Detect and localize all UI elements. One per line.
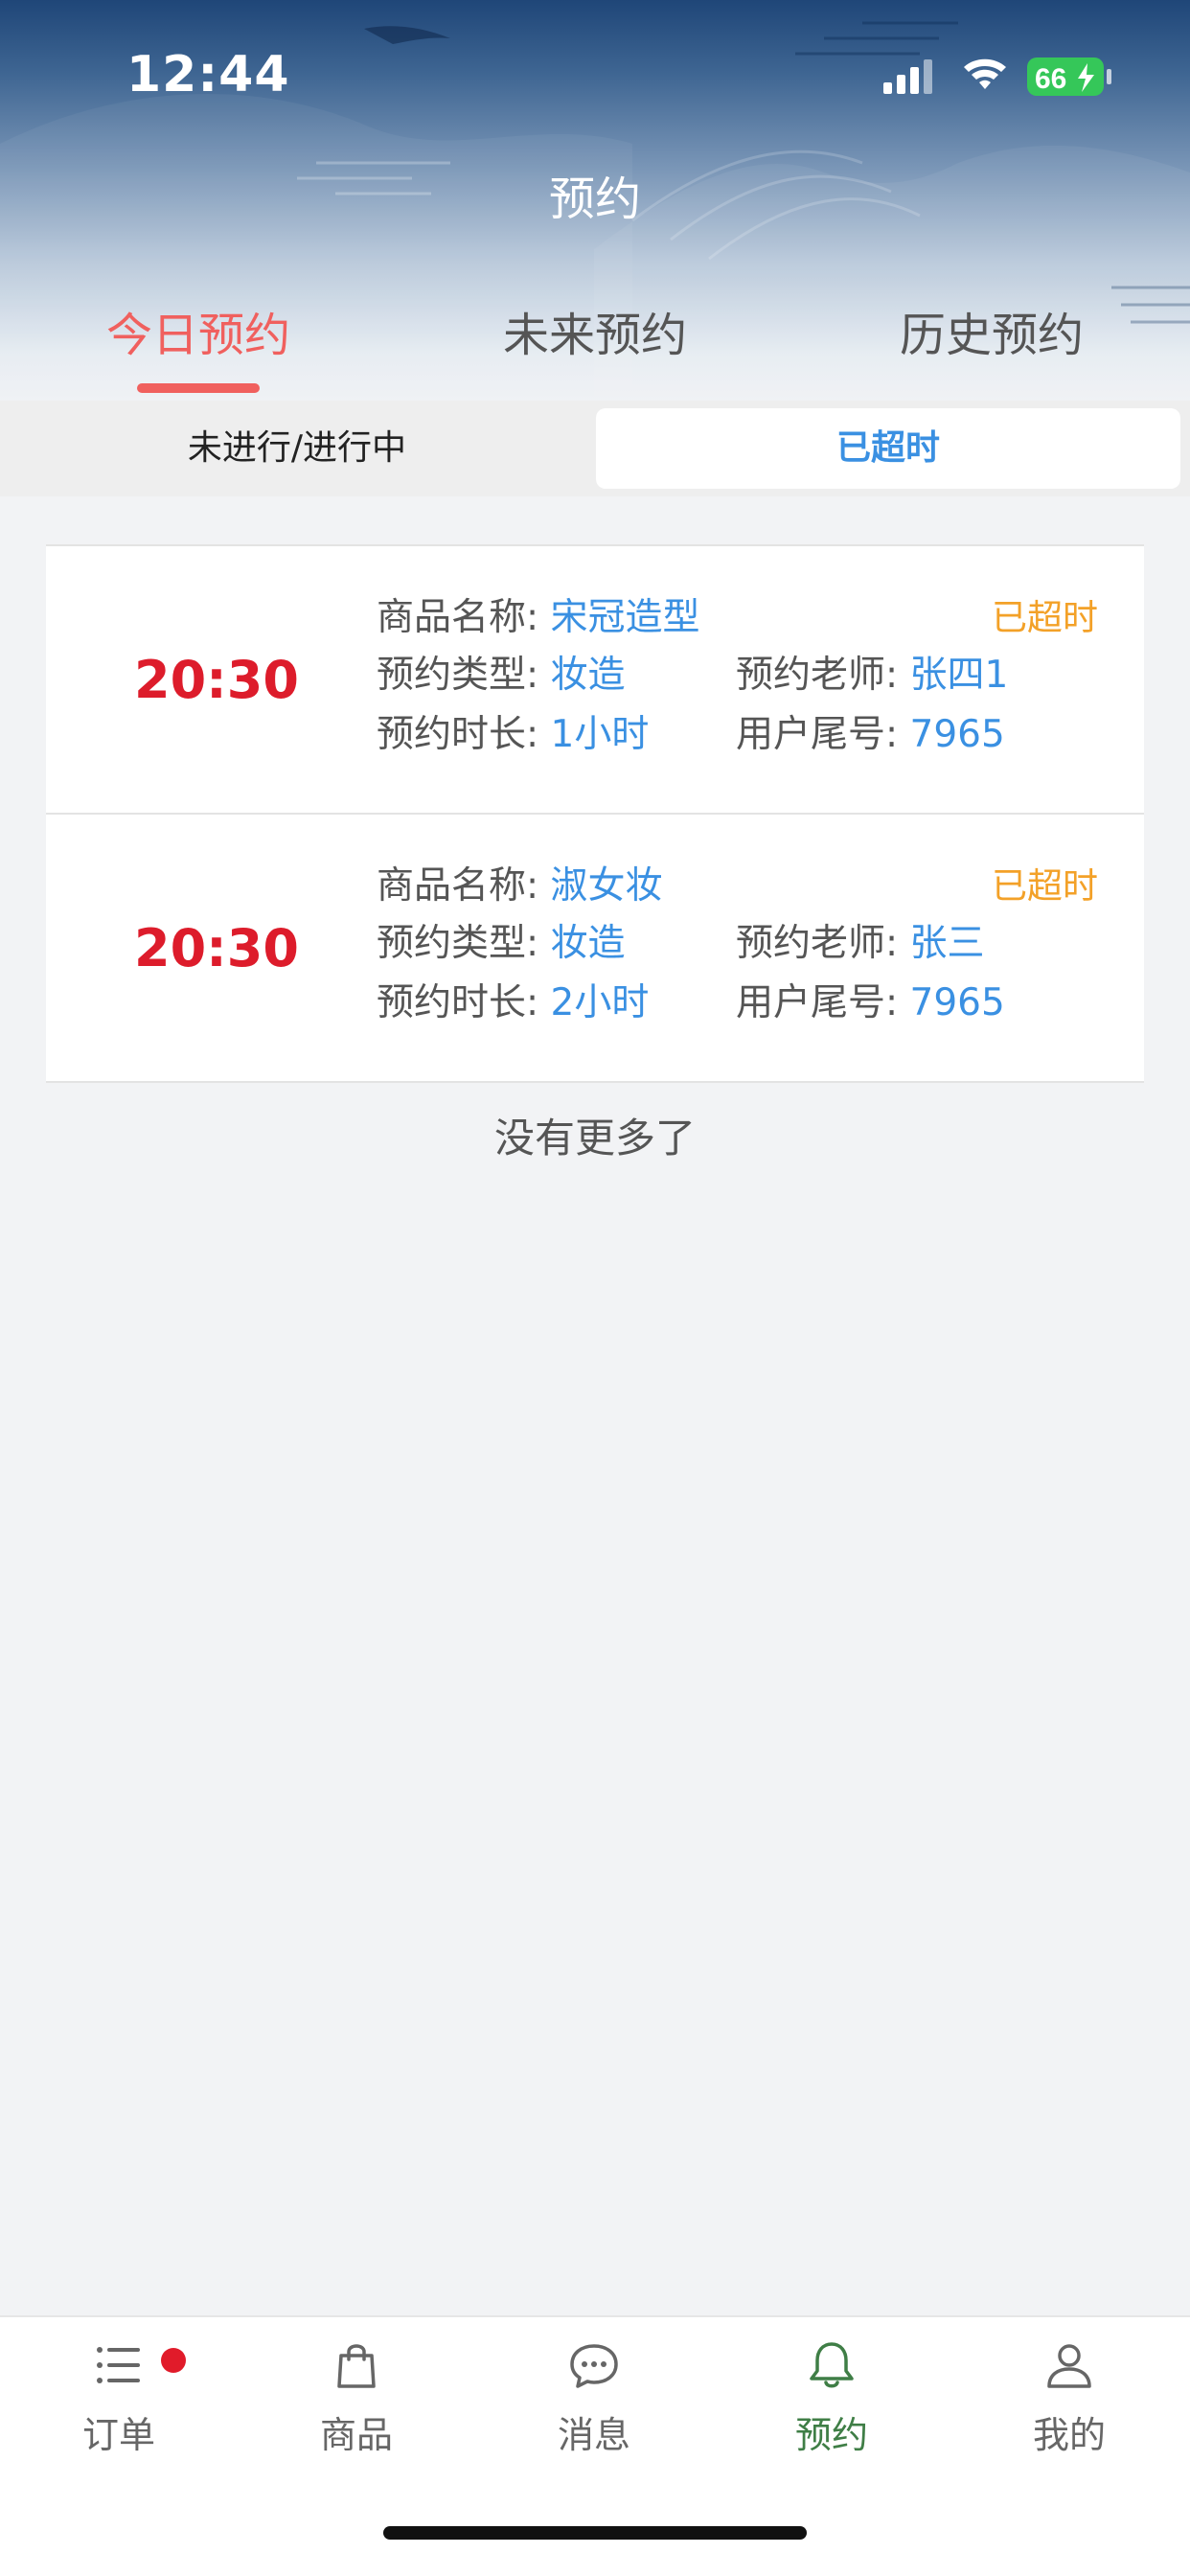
user-tail-label: 用户尾号: bbox=[736, 713, 899, 756]
nav-label: 预约 bbox=[794, 2414, 868, 2456]
product-row: 商品名称: 淑女妆 bbox=[377, 862, 663, 910]
tab-today[interactable]: 今日预约 bbox=[0, 297, 397, 364]
bag-icon bbox=[337, 2344, 376, 2388]
type-row: 预约类型: 妆造 预约老师: 张三 bbox=[377, 920, 985, 968]
type-value: 妆造 bbox=[550, 654, 626, 697]
user-tail-field: 用户尾号: 7965 bbox=[736, 711, 1005, 759]
segment-pending[interactable]: 未进行/进行中 bbox=[0, 408, 594, 489]
duration-label: 预约时长: bbox=[377, 713, 539, 756]
nav-orders[interactable]: 订单 bbox=[0, 2338, 238, 2458]
notification-dot bbox=[161, 2348, 186, 2373]
appointments-screen: 12:44 66 预约 今日预约 未来预约 历史预约 未进行/进行中 已超时 2… bbox=[0, 0, 1190, 2576]
appointment-card[interactable]: 20:30 商品名称: 淑女妆 已超时 预约类型: 妆造 预约老师: 张三 预约… bbox=[46, 815, 1144, 1083]
product-name-value: 宋冠造型 bbox=[550, 596, 700, 639]
appointment-time: 20:30 bbox=[134, 918, 299, 978]
nav-profile[interactable]: 我的 bbox=[950, 2338, 1188, 2458]
product-name-value: 淑女妆 bbox=[550, 864, 663, 908]
nav-label: 商品 bbox=[319, 2414, 393, 2456]
nav-products[interactable]: 商品 bbox=[238, 2338, 475, 2458]
duration-value: 1小时 bbox=[550, 713, 650, 756]
appointment-time: 20:30 bbox=[134, 650, 299, 710]
user-tail-label: 用户尾号: bbox=[736, 981, 899, 1024]
appointment-card[interactable]: 20:30 商品名称: 宋冠造型 已超时 预约类型: 妆造 预约老师: 张四1 … bbox=[46, 546, 1144, 815]
product-name-label: 商品名称: bbox=[377, 864, 539, 908]
tab-future[interactable]: 未来预约 bbox=[397, 297, 793, 364]
status-time: 12:44 bbox=[126, 46, 290, 104]
user-tail-value: 7965 bbox=[909, 713, 1005, 756]
status-icons: 66 bbox=[883, 54, 1123, 104]
nav-messages[interactable]: 消息 bbox=[475, 2338, 713, 2458]
status-segment: 未进行/进行中 已超时 bbox=[0, 401, 1190, 496]
user-tail-field: 用户尾号: 7965 bbox=[736, 979, 1005, 1027]
nav-appointments[interactable]: 预约 bbox=[713, 2338, 950, 2458]
teacher-field: 预约老师: 张三 bbox=[736, 920, 985, 968]
status-badge: 已超时 bbox=[992, 597, 1098, 638]
user-icon bbox=[1047, 2344, 1091, 2388]
teacher-value: 张三 bbox=[909, 922, 985, 965]
battery-level: 66 bbox=[1035, 63, 1066, 95]
type-label: 预约类型: bbox=[377, 654, 539, 697]
type-label: 预约类型: bbox=[377, 922, 539, 965]
segment-overtime[interactable]: 已超时 bbox=[596, 408, 1180, 489]
duration-value: 2小时 bbox=[550, 981, 650, 1024]
appointment-list: 20:30 商品名称: 宋冠造型 已超时 预约类型: 妆造 预约老师: 张四1 … bbox=[46, 544, 1144, 1083]
list-end-text: 没有更多了 bbox=[493, 1115, 696, 1162]
active-tab-indicator bbox=[137, 383, 260, 393]
duration-label: 预约时长: bbox=[377, 981, 539, 1024]
product-name-label: 商品名称: bbox=[377, 596, 539, 639]
product-row: 商品名称: 宋冠造型 bbox=[377, 594, 700, 642]
header: 12:44 66 预约 今日预约 未来预约 历史预约 bbox=[0, 0, 1190, 402]
battery-icon: 66 bbox=[1027, 58, 1111, 96]
list-icon bbox=[97, 2347, 140, 2383]
status-badge: 已超时 bbox=[992, 865, 1098, 907]
nav-label: 订单 bbox=[81, 2414, 155, 2456]
cellular-signal-icon bbox=[883, 59, 932, 94]
nav-label: 消息 bbox=[557, 2414, 630, 2456]
user-tail-value: 7965 bbox=[909, 981, 1005, 1024]
date-tabs: 今日预约 未来预约 历史预约 bbox=[0, 297, 1190, 393]
teacher-value: 张四1 bbox=[909, 654, 1009, 697]
type-value: 妆造 bbox=[550, 922, 626, 965]
page-title: 预约 bbox=[548, 172, 641, 226]
nav-label: 我的 bbox=[1032, 2414, 1106, 2456]
wifi-icon bbox=[964, 58, 1006, 89]
teacher-label: 预约老师: bbox=[736, 922, 899, 965]
teacher-label: 预约老师: bbox=[736, 654, 899, 697]
home-indicator[interactable] bbox=[383, 2526, 807, 2540]
teacher-field: 预约老师: 张四1 bbox=[736, 652, 1008, 700]
duration-row: 预约时长: 2小时 用户尾号: 7965 bbox=[377, 979, 1005, 1027]
duration-row: 预约时长: 1小时 用户尾号: 7965 bbox=[377, 711, 1005, 759]
tab-history[interactable]: 历史预约 bbox=[793, 297, 1190, 364]
type-row: 预约类型: 妆造 预约老师: 张四1 bbox=[377, 652, 1008, 700]
bell-icon bbox=[810, 2342, 854, 2388]
chat-bubble-icon bbox=[570, 2344, 618, 2388]
